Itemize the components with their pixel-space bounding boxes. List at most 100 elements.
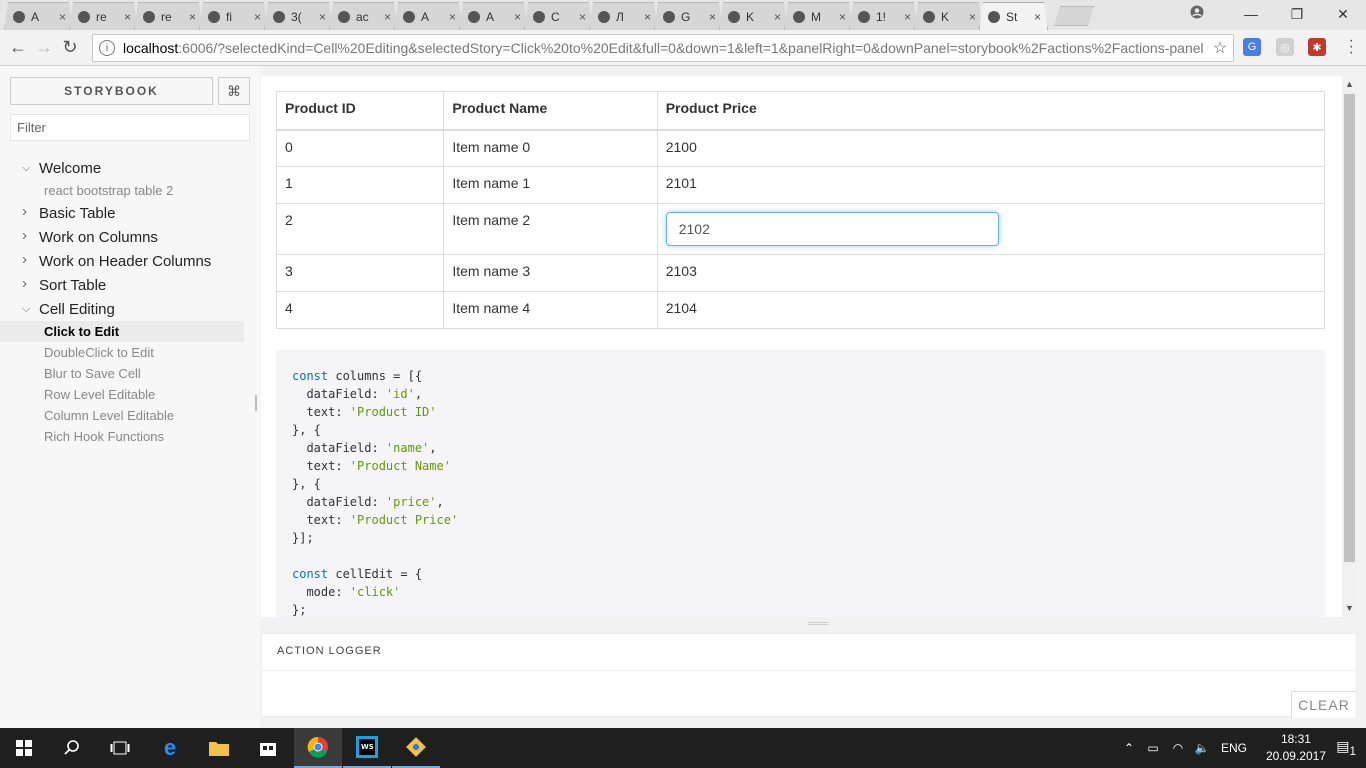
browser-tab[interactable]: A ×: [394, 2, 463, 30]
git-icon[interactable]: [392, 728, 440, 768]
preview-scrollbar[interactable]: ▲ ▼: [1342, 76, 1357, 617]
table-cell[interactable]: 0: [275, 129, 445, 167]
table-cell[interactable]: 2: [275, 203, 445, 255]
story-item[interactable]: Click to Edit: [0, 321, 244, 342]
column-header[interactable]: Product Name: [443, 91, 658, 131]
close-tab-icon[interactable]: ×: [839, 10, 846, 24]
close-tab-icon[interactable]: ×: [514, 10, 521, 24]
story-kind[interactable]: › Basic Table: [0, 201, 260, 225]
notifications-icon[interactable]: ▤1: [1336, 738, 1356, 758]
store-icon[interactable]: [244, 728, 292, 768]
story-item[interactable]: Rich Hook Functions: [0, 426, 260, 447]
close-window-icon[interactable]: ✕: [1320, 0, 1366, 28]
close-tab-icon[interactable]: ×: [319, 10, 326, 24]
chevron-up-icon[interactable]: ⌃: [1118, 741, 1140, 755]
story-kind[interactable]: › Work on Columns: [0, 225, 260, 249]
browser-tab[interactable]: re ×: [134, 2, 203, 30]
minimize-icon[interactable]: —: [1228, 0, 1274, 28]
close-tab-icon[interactable]: ×: [969, 10, 976, 24]
clear-button[interactable]: CLEAR: [1291, 691, 1356, 718]
table-cell[interactable]: 3: [275, 254, 445, 292]
file-explorer-icon[interactable]: [195, 728, 243, 768]
browser-tab[interactable]: ac ×: [329, 2, 398, 30]
new-tab-button[interactable]: [1054, 6, 1094, 26]
clock[interactable]: 18:31 20.09.2017: [1266, 731, 1326, 765]
translate-extension-icon[interactable]: G: [1243, 38, 1261, 56]
table-cell[interactable]: Item name 2: [443, 203, 658, 255]
restore-icon[interactable]: ❐: [1274, 0, 1320, 28]
address-bar[interactable]: i localhost:6006/?selectedKind=Cell%20Ed…: [92, 34, 1234, 62]
table-cell[interactable]: 4: [275, 291, 445, 329]
table-cell[interactable]: Item name 1: [443, 166, 658, 204]
filter-input[interactable]: Filter: [10, 114, 250, 141]
cell-edit-input[interactable]: [665, 212, 999, 246]
edge-icon[interactable]: e: [146, 728, 194, 768]
close-tab-icon[interactable]: ×: [254, 10, 261, 24]
language-indicator[interactable]: ENG: [1214, 741, 1254, 755]
wifi-icon[interactable]: ◠: [1166, 741, 1190, 755]
url-text[interactable]: localhost:6006/?selectedKind=Cell%20Edit…: [123, 40, 1207, 56]
story-item[interactable]: Blur to Save Cell: [0, 363, 260, 384]
sidebar-resize-handle[interactable]: [255, 395, 257, 411]
browser-tab[interactable]: K ×: [719, 2, 788, 30]
browser-tab[interactable]: Л ×: [589, 2, 658, 30]
column-header[interactable]: Product ID: [275, 91, 445, 131]
scroll-thumb[interactable]: [1344, 94, 1355, 562]
table-cell[interactable]: Item name 3: [443, 254, 658, 292]
info-icon[interactable]: i: [99, 40, 115, 56]
close-tab-icon[interactable]: ×: [189, 10, 196, 24]
bookmark-star-icon[interactable]: ☆: [1207, 38, 1233, 58]
back-arrow-icon[interactable]: ←: [5, 37, 31, 58]
story-item[interactable]: DoubleClick to Edit: [0, 342, 260, 363]
close-tab-icon[interactable]: ×: [124, 10, 131, 24]
forward-arrow-icon[interactable]: →: [31, 37, 57, 58]
search-icon[interactable]: [48, 728, 96, 768]
table-cell[interactable]: Item name 4: [443, 291, 658, 329]
extension-icon[interactable]: ◎: [1276, 38, 1294, 56]
task-view-icon[interactable]: [96, 728, 144, 768]
table-cell[interactable]: Item name 0: [443, 129, 658, 167]
story-item[interactable]: react bootstrap table 2: [0, 180, 260, 201]
storybook-title-button[interactable]: STORYBOOK: [10, 77, 213, 105]
browser-tab[interactable]: K ×: [914, 2, 983, 30]
close-tab-icon[interactable]: ×: [1034, 10, 1041, 24]
webstorm-icon[interactable]: WS: [343, 728, 391, 768]
browser-tab[interactable]: fi ×: [199, 2, 268, 30]
chrome-icon[interactable]: [294, 728, 342, 768]
profile-icon[interactable]: [1190, 5, 1204, 22]
browser-tab[interactable]: A ×: [4, 2, 73, 30]
shortcuts-button[interactable]: ⌘: [218, 77, 250, 105]
table-cell[interactable]: 2101: [656, 166, 1326, 204]
story-item[interactable]: Column Level Editable: [0, 405, 260, 426]
volume-icon[interactable]: 🔈: [1190, 741, 1214, 755]
scroll-up-icon[interactable]: ▲: [1345, 79, 1354, 89]
browser-tab[interactable]: 3(×: [264, 2, 333, 30]
table-cell[interactable]: 2103: [656, 254, 1326, 292]
browser-tab[interactable]: re ×: [69, 2, 138, 30]
story-item[interactable]: Row Level Editable: [0, 384, 260, 405]
reload-icon[interactable]: ↻: [57, 37, 83, 58]
table-cell[interactable]: 2100: [656, 129, 1326, 167]
browser-tab[interactable]: M ×: [784, 2, 853, 30]
story-kind[interactable]: › Work on Header Columns: [0, 249, 260, 273]
extension-icon[interactable]: ✱: [1308, 38, 1326, 56]
browser-tab[interactable]: C ×: [524, 2, 593, 30]
browser-tab[interactable]: G ×: [654, 2, 723, 30]
story-kind[interactable]: › Sort Table: [0, 273, 260, 297]
panel-resize-handle[interactable]: [808, 622, 828, 625]
close-tab-icon[interactable]: ×: [644, 10, 651, 24]
table-cell[interactable]: 1: [275, 166, 445, 204]
table-cell[interactable]: 2104: [656, 291, 1326, 329]
close-tab-icon[interactable]: ×: [59, 10, 66, 24]
table-cell[interactable]: [656, 203, 1326, 255]
close-tab-icon[interactable]: ×: [384, 10, 391, 24]
battery-icon[interactable]: ▭: [1140, 741, 1166, 755]
close-tab-icon[interactable]: ×: [904, 10, 911, 24]
windows-start-icon[interactable]: [0, 728, 48, 768]
browser-tab[interactable]: 1! ×: [849, 2, 918, 30]
menu-dots-icon[interactable]: · · ·: [1349, 33, 1354, 61]
close-tab-icon[interactable]: ×: [709, 10, 716, 24]
close-tab-icon[interactable]: ×: [774, 10, 781, 24]
story-kind[interactable]: ⌵ Cell Editing: [0, 297, 260, 321]
close-tab-icon[interactable]: ×: [449, 10, 456, 24]
